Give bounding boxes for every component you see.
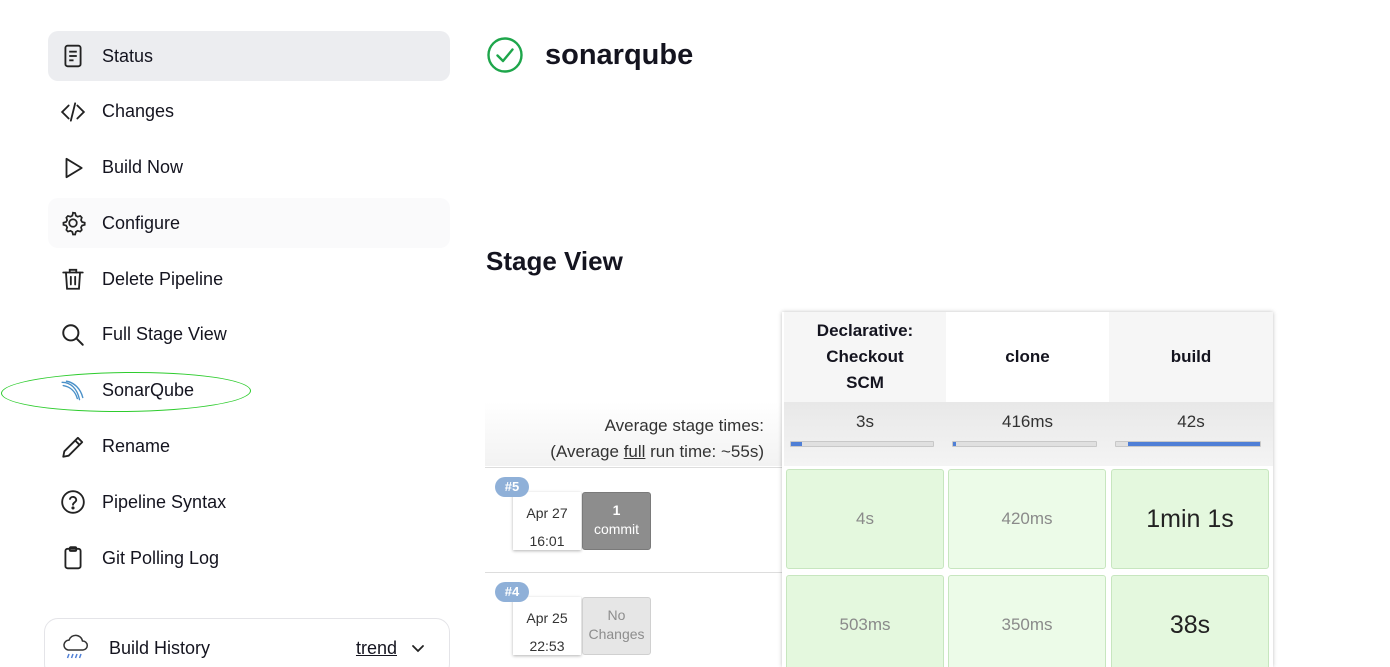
stage-cell[interactable]: 4s xyxy=(786,469,944,569)
build-number-badge[interactable]: #4 xyxy=(495,582,529,602)
sidebar-item-git-polling-log[interactable]: Git Polling Log xyxy=(48,533,450,583)
average-time-build: 42s xyxy=(1109,402,1273,466)
success-check-icon xyxy=(486,36,524,74)
changes-count: No xyxy=(607,607,626,623)
code-icon xyxy=(60,99,86,125)
sidebar-item-label: Rename xyxy=(102,436,171,457)
trash-icon xyxy=(60,266,86,292)
sidebar: Status Changes Build Now Configure Delet… xyxy=(48,31,450,589)
average-label-line1: Average stage times: xyxy=(604,416,764,435)
average-label-line2: (Average full run time: ~55s) xyxy=(485,439,764,465)
clipboard-icon xyxy=(60,545,86,571)
build-date-time: 16:01 xyxy=(529,533,565,549)
sidebar-item-label: Git Polling Log xyxy=(102,547,220,568)
average-progress-bar xyxy=(952,441,1097,447)
page-title: sonarqube xyxy=(545,38,694,71)
sidebar-item-delete-pipeline[interactable]: Delete Pipeline xyxy=(48,254,450,304)
sidebar-item-full-stage-view[interactable]: Full Stage View xyxy=(48,310,450,360)
average-time-checkout: 3s xyxy=(784,402,946,466)
sidebar-item-label: Full Stage View xyxy=(102,324,227,345)
average-progress-fill xyxy=(953,442,956,446)
changes-button[interactable]: No Changes xyxy=(582,597,651,655)
sidebar-item-label: Pipeline Syntax xyxy=(102,491,227,512)
build-number-badge[interactable]: #5 xyxy=(495,477,529,497)
help-icon xyxy=(60,489,86,515)
average-label-prefix: (Average xyxy=(550,442,624,461)
build-row: Apr 27 16:01 #5 1 commit xyxy=(485,467,782,571)
stage-view-title: Stage View xyxy=(486,246,623,276)
average-progress-fill xyxy=(1127,442,1260,446)
average-label-suffix: run time: ~55s) xyxy=(645,442,764,461)
stage-cell[interactable]: 503ms xyxy=(786,575,944,667)
average-time-value: 42s xyxy=(1177,412,1205,431)
search-icon xyxy=(60,322,86,348)
chevron-down-icon[interactable] xyxy=(409,639,427,657)
sidebar-item-pipeline-syntax[interactable]: Pipeline Syntax xyxy=(48,477,450,527)
build-date-day: Apr 25 xyxy=(526,610,568,626)
page-header: sonarqube xyxy=(486,36,693,74)
status-icon xyxy=(60,43,86,69)
sidebar-item-changes[interactable]: Changes xyxy=(48,87,450,137)
gear-icon xyxy=(60,210,86,236)
stage-header-build: build xyxy=(1109,312,1273,402)
changes-label: commit xyxy=(593,521,640,537)
sidebar-item-label: SonarQube xyxy=(102,380,195,401)
build-date[interactable]: Apr 25 22:53 xyxy=(513,597,581,655)
changes-label: Changes xyxy=(588,626,645,642)
full-run-link[interactable]: full xyxy=(624,442,646,461)
average-time-clone: 416ms xyxy=(946,402,1109,466)
average-progress-bar xyxy=(1115,441,1261,447)
build-history-panel[interactable]: Build History trend xyxy=(44,618,450,667)
stage-header-checkout: Declarative: Checkout SCM xyxy=(784,312,946,402)
sidebar-item-label: Configure xyxy=(102,212,181,233)
sidebar-item-label: Delete Pipeline xyxy=(102,268,224,289)
stage-view-table: Declarative: Checkout SCM clone build Av… xyxy=(485,312,1273,667)
build-history-label: Build History xyxy=(109,637,211,658)
trend-link[interactable]: trend xyxy=(356,638,397,659)
sidebar-item-label: Changes xyxy=(102,101,175,122)
sidebar-item-label: Status xyxy=(102,45,154,66)
stage-cell[interactable]: 38s xyxy=(1111,575,1269,667)
play-icon xyxy=(60,155,86,181)
sidebar-item-status[interactable]: Status xyxy=(48,31,450,81)
average-time-value: 3s xyxy=(856,412,874,431)
build-date[interactable]: Apr 27 16:01 xyxy=(513,492,581,550)
build-date-time: 22:53 xyxy=(529,638,565,654)
stage-cell[interactable]: 1min 1s xyxy=(1111,469,1269,569)
sidebar-item-rename[interactable]: Rename xyxy=(48,422,450,472)
sidebar-item-sonarqube[interactable]: SonarQube xyxy=(48,366,450,416)
changes-button[interactable]: 1 commit xyxy=(582,492,651,550)
pencil-icon xyxy=(60,434,86,460)
sonarqube-icon xyxy=(60,378,86,404)
average-progress-bar xyxy=(790,441,934,447)
average-progress-fill xyxy=(791,442,803,446)
stage-cell[interactable]: 350ms xyxy=(948,575,1106,667)
changes-count: 1 xyxy=(612,502,621,518)
cloud-rain-icon xyxy=(59,632,91,664)
average-stage-times-label: Average stage times: (Average full run t… xyxy=(485,402,782,466)
build-row: Apr 25 22:53 #4 No Changes xyxy=(485,572,782,667)
build-date-day: Apr 27 xyxy=(526,505,568,521)
stage-cell[interactable]: 420ms xyxy=(948,469,1106,569)
sidebar-item-label: Build Now xyxy=(102,157,184,178)
sidebar-item-configure[interactable]: Configure xyxy=(48,198,450,249)
stage-header-clone: clone xyxy=(946,312,1109,402)
average-time-value: 416ms xyxy=(1001,412,1054,431)
sidebar-item-build-now[interactable]: Build Now xyxy=(48,143,450,193)
